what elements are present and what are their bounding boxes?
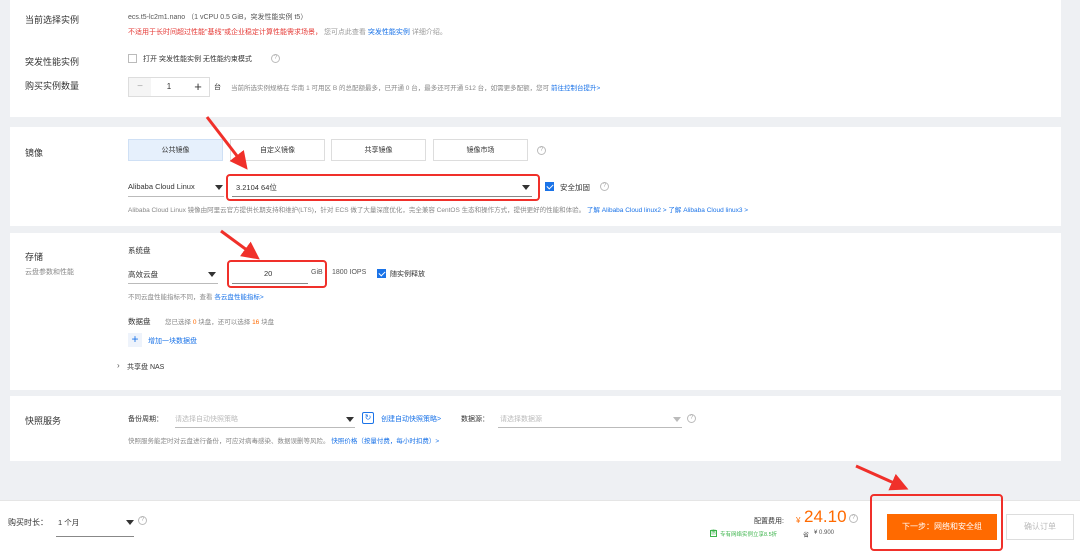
annotation-arrow-icon	[205, 116, 909, 491]
